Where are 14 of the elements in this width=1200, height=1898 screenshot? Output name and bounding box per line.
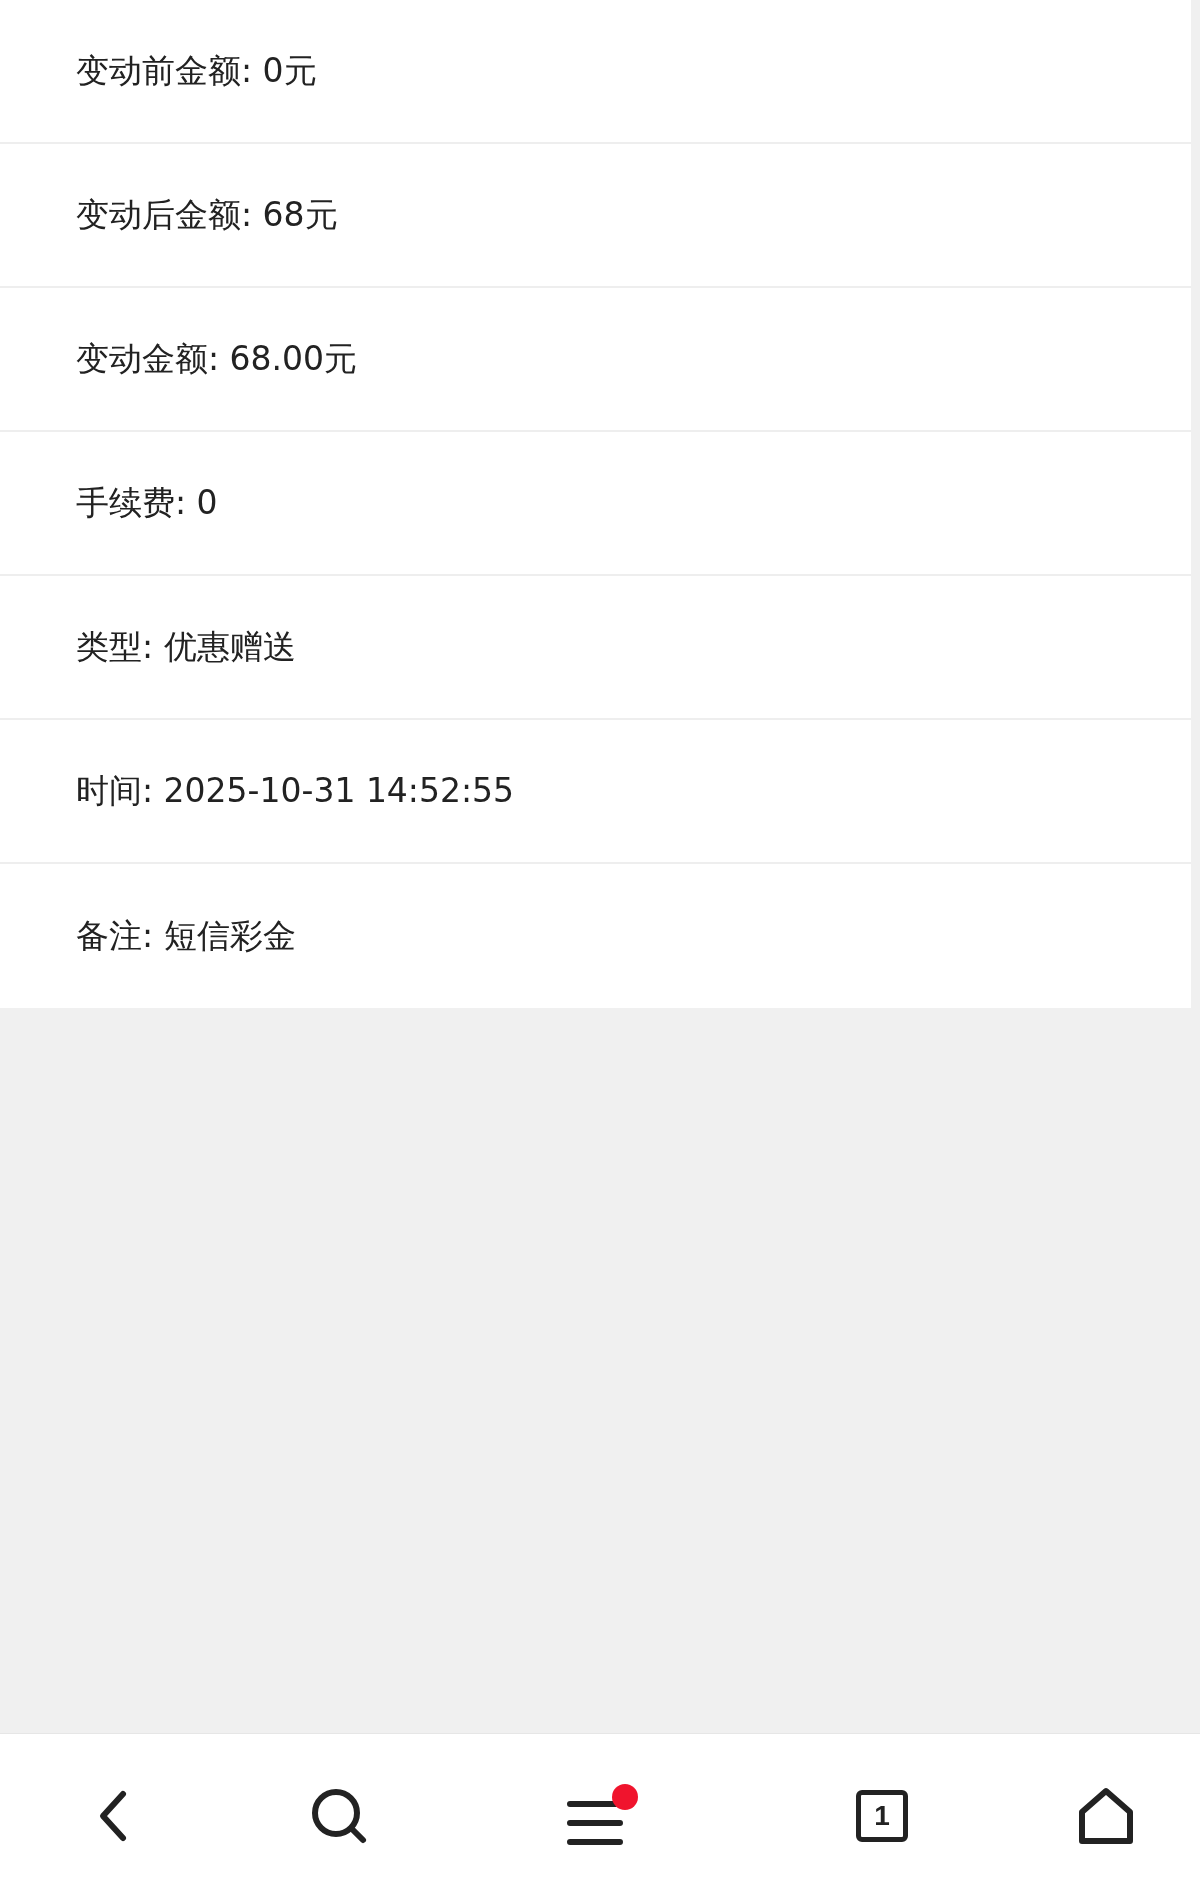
search-button[interactable] [309,1786,369,1846]
detail-text: 备注: 短信彩金 [76,914,296,957]
home-icon [1076,1786,1136,1846]
tabs-button[interactable]: 1 [856,1790,908,1842]
detail-text: 类型: 优惠赠送 [76,625,296,668]
menu-icon [566,1798,624,1848]
detail-text: 变动后金额: 68元 [76,193,338,236]
detail-text: 变动前金额: 0元 [76,49,317,92]
search-icon [309,1786,369,1846]
home-button[interactable] [1076,1786,1136,1846]
detail-text: 变动金额: 68.00元 [76,337,358,380]
menu-button[interactable] [566,1784,638,1848]
detail-text: 手续费: 0 [76,481,218,524]
detail-text: 时间: 2025-10-31 14:52:55 [76,769,515,812]
